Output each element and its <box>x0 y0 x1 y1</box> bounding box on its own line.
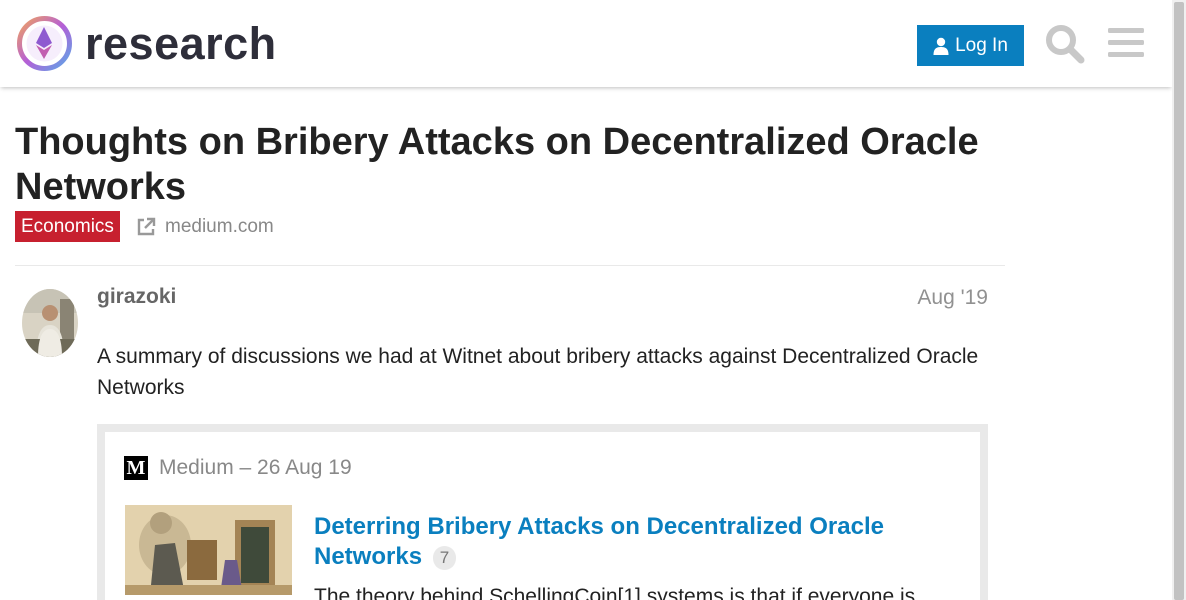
onebox-excerpt: The theory behind SchellingCoin[1] syste… <box>314 585 916 600</box>
onebox-thumbnail-image <box>125 505 292 595</box>
login-button[interactable]: Log In <box>917 25 1024 66</box>
login-button-label: Log In <box>955 34 1008 56</box>
post-date[interactable]: Aug '19 <box>900 286 988 310</box>
user-icon <box>933 37 949 55</box>
topic-external-link[interactable]: medium.com <box>136 212 274 241</box>
link-onebox: M Medium – 26 Aug 19 Deterring Bribery A… <box>97 424 988 600</box>
onebox-source-label: Medium – 26 Aug 19 <box>159 456 352 479</box>
onebox-reply-count: 7 <box>432 545 457 570</box>
post-username[interactable]: girazoki <box>97 285 176 309</box>
page-scrollbar[interactable] <box>1172 0 1186 600</box>
scrollbar-thumb[interactable] <box>1174 2 1184 600</box>
external-link-label: medium.com <box>165 216 274 237</box>
title-divider <box>15 265 1005 266</box>
external-link-icon <box>137 217 156 235</box>
onebox-title[interactable]: Deterring Bribery Attacks on Decentraliz… <box>314 512 954 572</box>
category-badge[interactable]: Economics <box>15 211 120 242</box>
onebox-thumbnail[interactable] <box>125 505 292 595</box>
topic-title[interactable]: Thoughts on Bribery Attacks on Decentral… <box>15 120 1015 210</box>
site-header: research Log In <box>0 0 1172 87</box>
post-body: A summary of discussions we had at Witne… <box>97 345 979 399</box>
logo-text: research <box>85 18 277 69</box>
onebox-title-text: Deterring Bribery Attacks on Decentraliz… <box>314 513 884 570</box>
search-icon <box>1046 25 1085 64</box>
logo-mark-icon <box>17 16 72 71</box>
medium-logo-icon: M <box>124 456 148 480</box>
onebox-source[interactable]: M Medium – 26 Aug 19 <box>124 456 352 480</box>
hamburger-menu-button[interactable] <box>1108 26 1144 60</box>
site-logo[interactable]: research <box>16 15 277 72</box>
hamburger-menu-icon <box>1108 28 1144 57</box>
avatar-photo <box>22 289 78 357</box>
avatar[interactable] <box>22 289 78 357</box>
search-button[interactable] <box>1044 23 1086 65</box>
